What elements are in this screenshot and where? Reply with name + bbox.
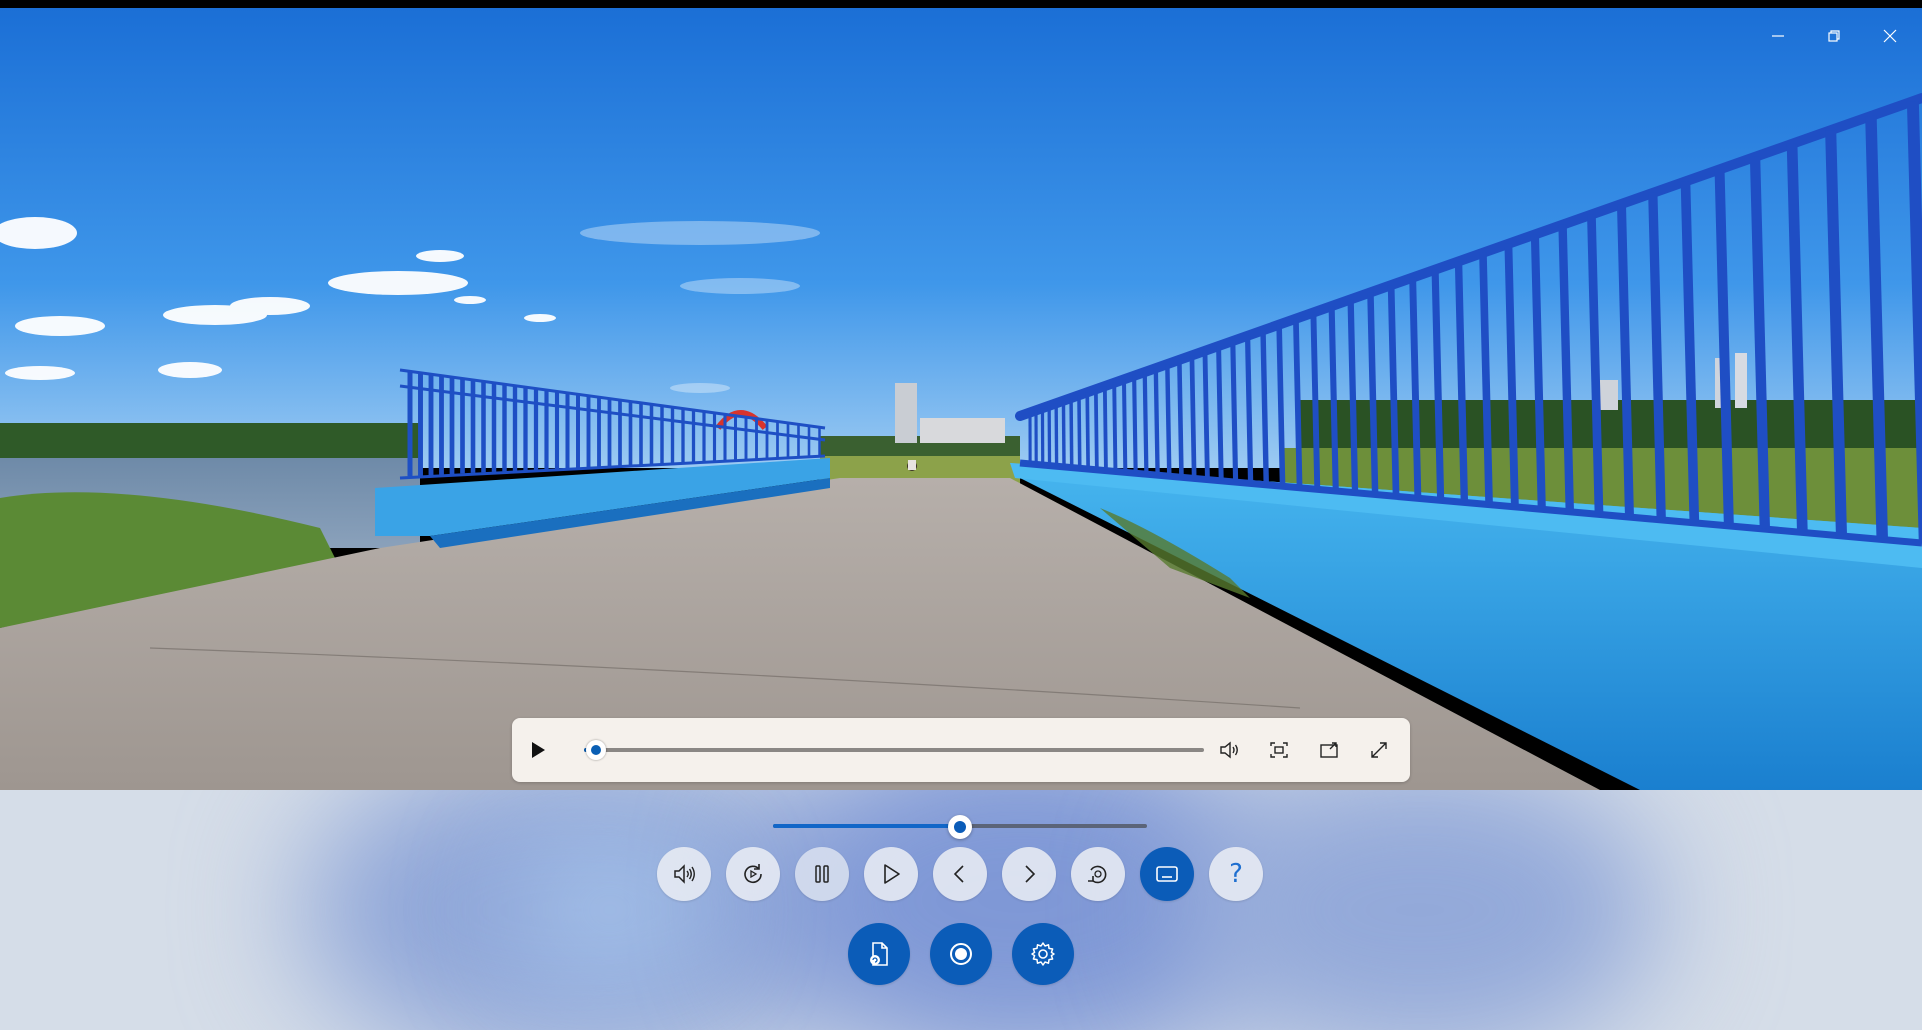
help-button[interactable]: ? bbox=[1209, 847, 1263, 901]
next-button[interactable] bbox=[1002, 847, 1056, 901]
minimize-icon bbox=[1772, 35, 1784, 37]
help-icon: ? bbox=[1229, 859, 1243, 889]
video-control-bar bbox=[512, 718, 1410, 782]
control-panel: ? bbox=[0, 790, 1922, 1030]
volume-icon bbox=[674, 864, 695, 884]
settings-button[interactable] bbox=[1012, 923, 1074, 985]
play-button[interactable] bbox=[864, 847, 918, 901]
record-button[interactable] bbox=[930, 923, 992, 985]
gear-icon bbox=[1031, 942, 1055, 966]
fullscreen-icon bbox=[1371, 742, 1387, 758]
open-file-button[interactable] bbox=[848, 923, 910, 985]
close-button[interactable] bbox=[1870, 22, 1910, 50]
rate-slider-thumb[interactable] bbox=[948, 815, 972, 839]
pause-button[interactable] bbox=[795, 847, 849, 901]
chevron-right-icon bbox=[1025, 865, 1036, 883]
refresh-icon bbox=[744, 864, 762, 884]
record-icon bbox=[950, 943, 972, 965]
previous-button[interactable] bbox=[933, 847, 987, 901]
volume-icon bbox=[1220, 741, 1238, 759]
minimize-button[interactable] bbox=[1758, 22, 1798, 50]
aspect-ratio-button[interactable] bbox=[1263, 734, 1295, 766]
video-frame-image bbox=[0, 8, 1922, 790]
file-icon bbox=[870, 942, 888, 966]
chevron-left-icon bbox=[953, 865, 964, 883]
replay-button[interactable] bbox=[726, 847, 780, 901]
restore-button[interactable] bbox=[1814, 22, 1854, 50]
media-player-window: ? bbox=[0, 0, 1922, 1030]
playback-rate-slider[interactable] bbox=[773, 815, 1147, 839]
rotate-button[interactable] bbox=[1071, 847, 1125, 901]
cast-icon bbox=[1320, 742, 1338, 758]
rate-slider-fill bbox=[773, 824, 960, 828]
close-icon bbox=[1883, 29, 1897, 43]
video-viewport[interactable] bbox=[0, 8, 1922, 790]
video-volume-button[interactable] bbox=[1213, 734, 1245, 766]
aspect-ratio-icon bbox=[1270, 742, 1288, 758]
video-play-button[interactable] bbox=[522, 734, 554, 766]
rotate-icon bbox=[1088, 865, 1107, 884]
volume-button[interactable] bbox=[657, 847, 711, 901]
restore-icon bbox=[1828, 30, 1840, 42]
play-icon bbox=[532, 742, 545, 758]
captions-button[interactable] bbox=[1140, 847, 1194, 901]
title-strip bbox=[0, 0, 1922, 8]
play-icon bbox=[884, 864, 900, 884]
fullscreen-button[interactable] bbox=[1363, 734, 1395, 766]
seek-bar-thumb[interactable] bbox=[586, 740, 607, 760]
seek-bar[interactable] bbox=[584, 740, 1204, 760]
captions-icon bbox=[1156, 866, 1178, 882]
pause-icon bbox=[815, 865, 829, 883]
cast-button[interactable] bbox=[1313, 734, 1345, 766]
